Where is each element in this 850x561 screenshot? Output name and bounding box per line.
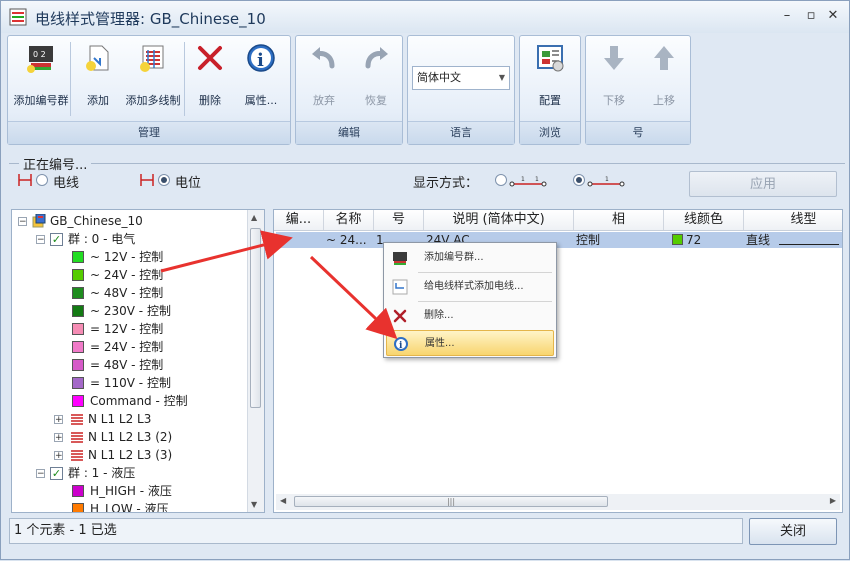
annotation-arrows xyxy=(160,230,398,340)
arrow-to-properties xyxy=(309,255,398,340)
arrow-to-grid xyxy=(160,230,293,273)
status-bar: 1 个元素 - 1 已选 xyxy=(9,518,743,544)
wire-style-manager-window: 电线样式管理器: GB_Chinese_10 – ▫ ✕ 0 2 添加编号群 添… xyxy=(0,0,850,560)
close-button[interactable]: 关闭 xyxy=(749,518,837,545)
